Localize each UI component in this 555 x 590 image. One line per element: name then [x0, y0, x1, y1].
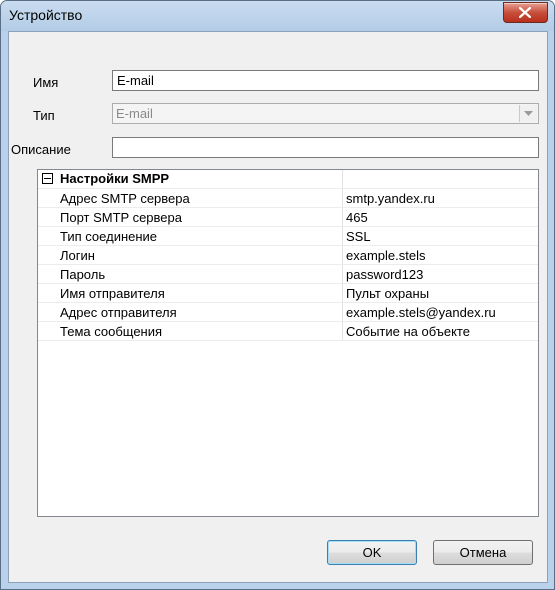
property-name: Пароль	[60, 267, 106, 282]
property-name: Адрес отправителя	[60, 305, 177, 320]
property-name: Имя отправителя	[60, 286, 165, 301]
property-value[interactable]: smtp.yandex.ru	[346, 191, 435, 206]
table-row[interactable]: Адрес отправителя example.stels@yandex.r…	[38, 303, 538, 322]
collapse-icon[interactable]	[42, 173, 53, 184]
device-dialog: Устройство Имя E-mail Тип E-mail Описани…	[0, 0, 555, 590]
table-row[interactable]: Тип соединение SSL	[38, 227, 538, 246]
dropdown-arrow[interactable]	[519, 105, 537, 122]
property-value[interactable]: Пульт охраны	[346, 286, 429, 301]
window-title: Устройство	[9, 7, 83, 23]
property-name: Порт SMTP сервера	[60, 210, 182, 225]
table-row[interactable]: Пароль password123	[38, 265, 538, 284]
table-row[interactable]: Имя отправителя Пульт охраны	[38, 284, 538, 303]
table-row[interactable]: Логин example.stels	[38, 246, 538, 265]
type-label: Тип	[33, 108, 55, 123]
chevron-down-icon	[524, 111, 533, 116]
property-name: Тема сообщения	[60, 324, 163, 339]
title-bar[interactable]: Устройство	[1, 1, 554, 31]
property-name: Тип соединение	[60, 229, 158, 244]
property-value[interactable]: 465	[346, 210, 368, 225]
table-row[interactable]: Адрес SMTP сервера smtp.yandex.ru	[38, 189, 538, 208]
description-field[interactable]	[112, 137, 539, 158]
property-name: Адрес SMTP сервера	[60, 191, 190, 206]
property-value[interactable]: SSL	[346, 229, 371, 244]
cancel-button[interactable]: Отмена	[433, 540, 533, 565]
property-value[interactable]: password123	[346, 267, 423, 282]
type-select-value: E-mail	[116, 106, 153, 121]
table-row[interactable]: Тема сообщения Событие на объекте	[38, 322, 538, 341]
name-label: Имя	[33, 75, 59, 90]
table-row[interactable]: Порт SMTP сервера 465	[38, 208, 538, 227]
type-select[interactable]: E-mail	[112, 103, 539, 124]
property-value[interactable]: Событие на объекте	[346, 324, 470, 339]
name-field[interactable]: E-mail	[112, 70, 539, 91]
property-value[interactable]: example.stels	[346, 248, 425, 263]
close-icon	[519, 7, 531, 18]
close-button[interactable]	[503, 2, 548, 23]
category-title: Настройки SMPP	[60, 171, 170, 186]
property-name: Логин	[60, 248, 95, 263]
category-row[interactable]: Настройки SMPP	[38, 170, 538, 189]
ok-button[interactable]: OK	[327, 540, 417, 565]
property-value[interactable]: example.stels@yandex.ru	[346, 305, 496, 320]
dialog-body: Имя E-mail Тип E-mail Описание Настройки…	[8, 31, 548, 583]
description-label: Описание	[11, 142, 71, 157]
property-grid[interactable]: Настройки SMPP Адрес SMTP сервера smtp.y…	[37, 169, 539, 517]
